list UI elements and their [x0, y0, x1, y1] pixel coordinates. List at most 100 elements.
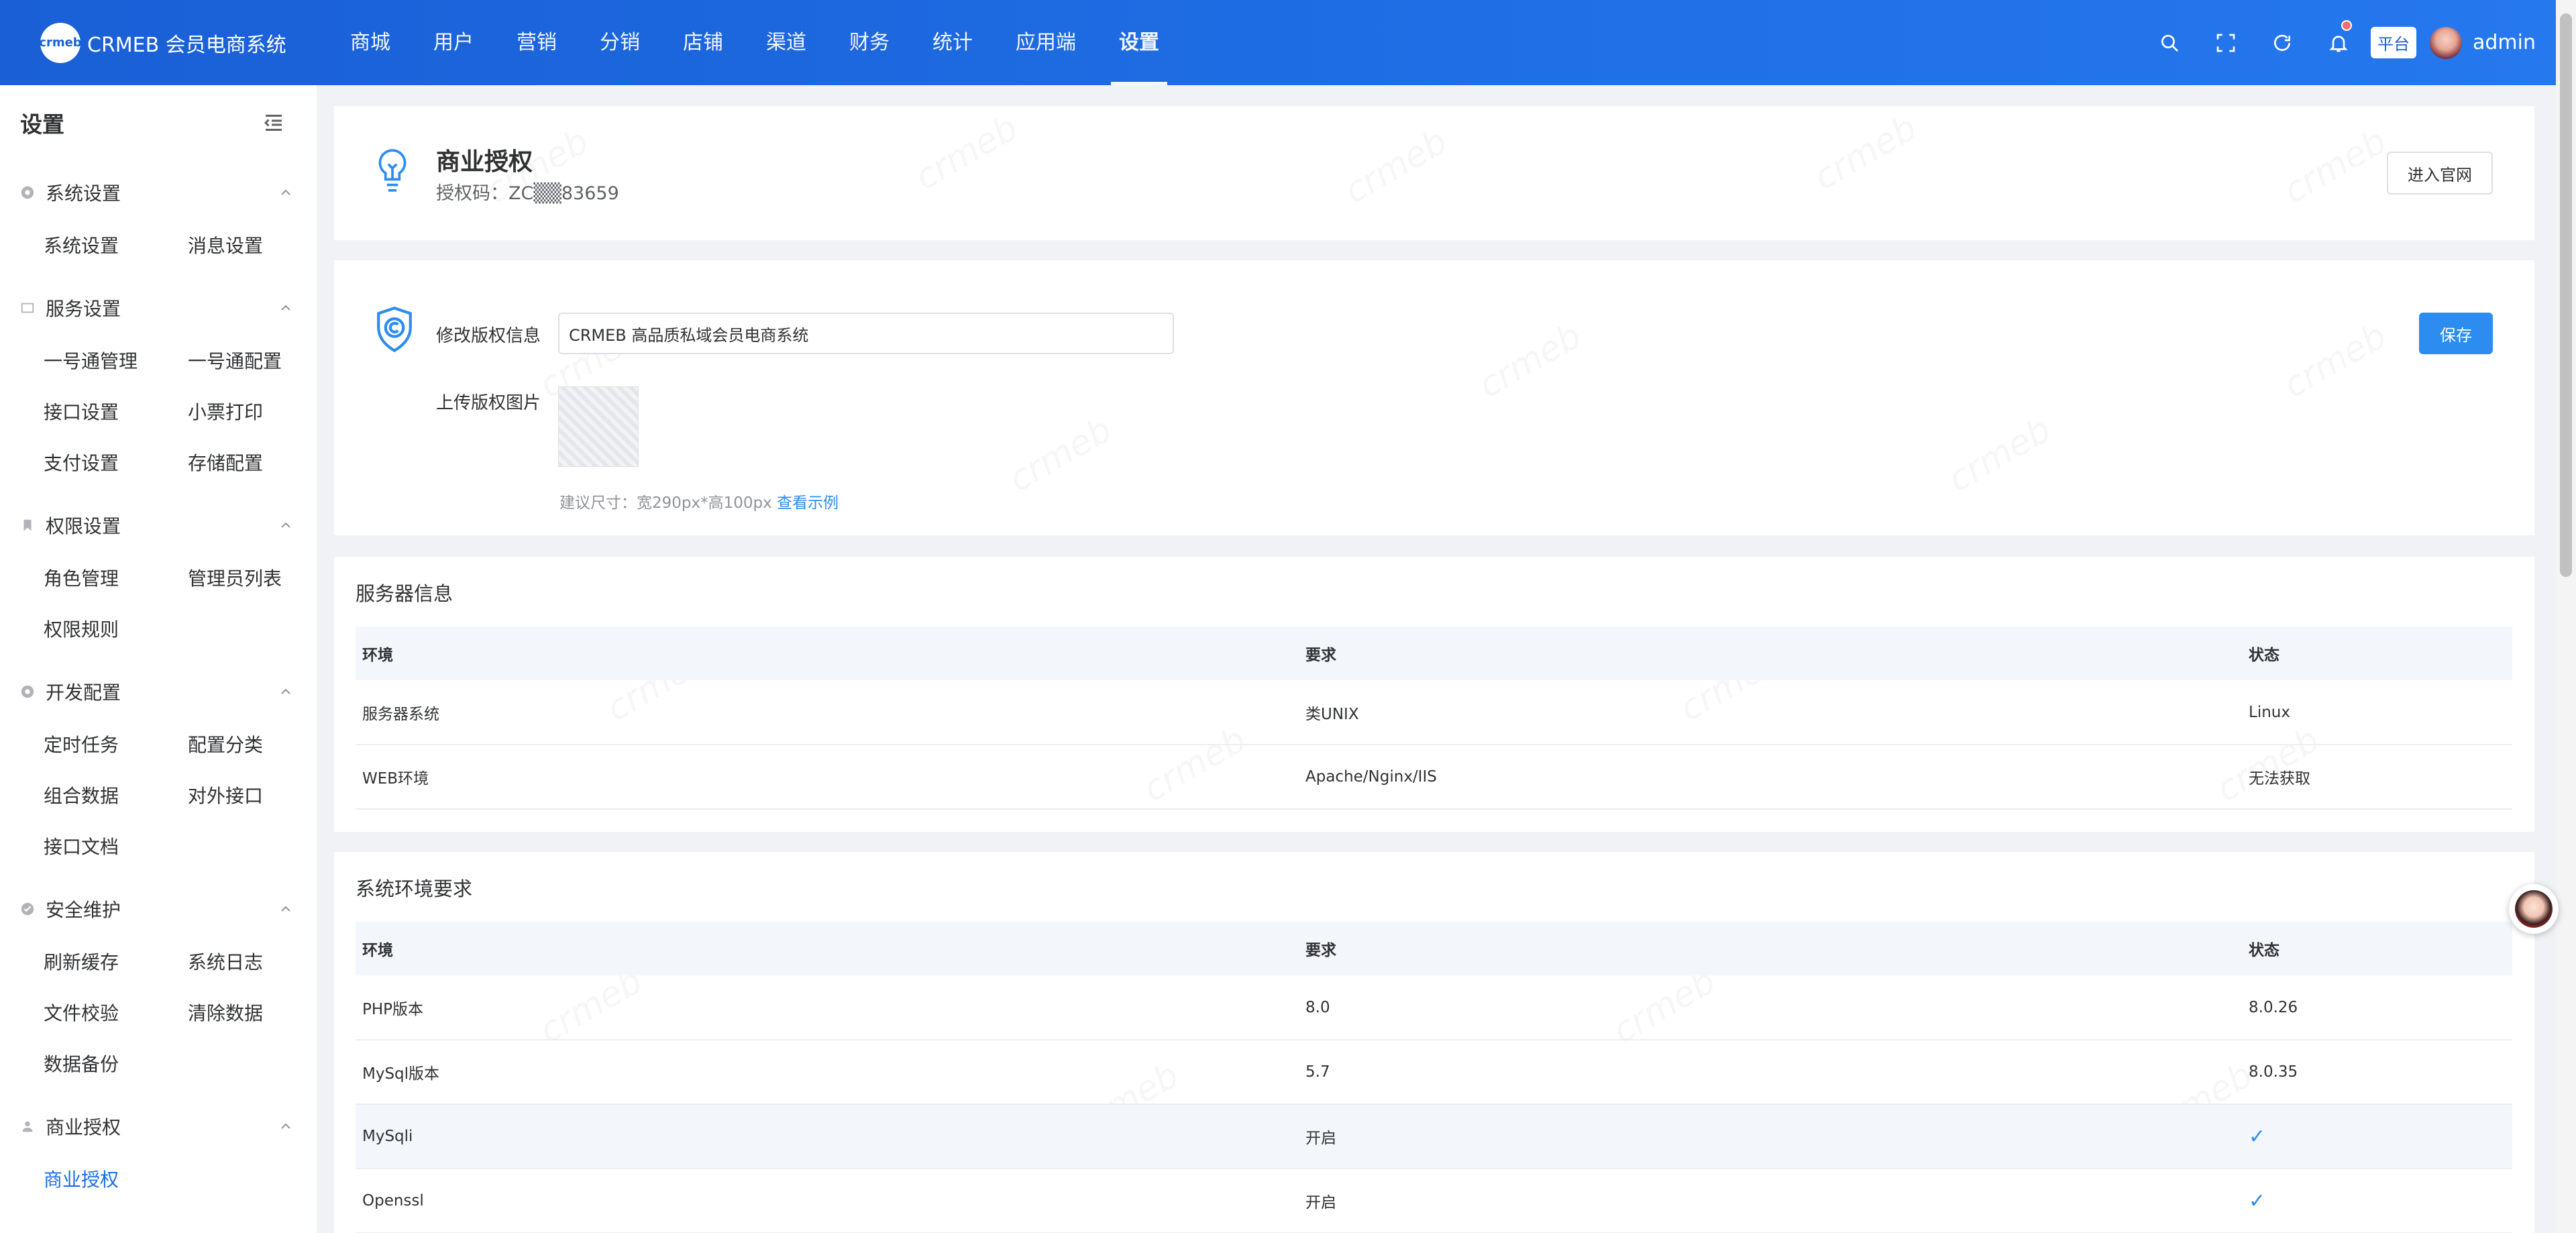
nav-item-apps[interactable]: 应用端 — [994, 0, 1097, 85]
sidebar-group-label: 开发配置 — [46, 682, 121, 704]
sidebar-item-admin-list[interactable]: 管理员列表 — [188, 564, 282, 591]
chevron-up-icon — [281, 688, 290, 694]
table-cell: 无法获取 — [2242, 745, 2512, 810]
sidebar-item-external-api[interactable]: 对外接口 — [188, 782, 263, 808]
official-site-button[interactable]: 进入官网 — [2387, 152, 2493, 195]
sidebar-item-refresh-cache[interactable]: 刷新缓存 — [44, 948, 119, 975]
sidebar-group-header[interactable]: 权限设置 — [0, 505, 317, 545]
table-cell: ✓ — [2242, 1169, 2512, 1233]
check-circle-icon — [20, 901, 36, 917]
sidebar-item-permission-rules[interactable]: 权限规则 — [44, 615, 119, 642]
table-header: 环境 — [356, 922, 1299, 975]
refresh-icon[interactable] — [2254, 0, 2310, 85]
sidebar-group-label: 服务设置 — [46, 298, 121, 320]
sidebar-item-yht-config[interactable]: 一号通配置 — [188, 347, 282, 374]
chevron-up-icon — [281, 906, 290, 912]
sidebar-item-api-settings[interactable]: 接口设置 — [44, 398, 119, 425]
username[interactable]: admin — [2473, 31, 2536, 54]
gear-icon — [20, 684, 36, 700]
server-info-card: crmeb crmeb crmeb crmeb 服务器信息 环境 要求 状态 服… — [334, 557, 2534, 832]
nav-item-distribution[interactable]: 分销 — [578, 0, 661, 85]
avatar[interactable] — [2430, 26, 2462, 59]
server-info-title: 服务器信息 — [356, 582, 453, 605]
sidebar-group-security: 安全维护 — [0, 889, 317, 929]
sidebar-item-file-check[interactable]: 文件校验 — [44, 999, 119, 1026]
header-actions: 平台 admin — [2141, 0, 2576, 85]
sidebar-group-label: 商业授权 — [46, 1116, 121, 1138]
upload-hint-text: 建议尺寸：宽290px*高100px — [559, 494, 772, 512]
sidebar-item-combined-data[interactable]: 组合数据 — [44, 782, 119, 808]
table-header: 要求 — [1299, 627, 2242, 680]
shield-copyright-icon — [377, 307, 412, 353]
table-cell: Linux — [2242, 680, 2512, 745]
sidebar-item-clear-data[interactable]: 清除数据 — [188, 999, 263, 1026]
sidebar-item-business-license[interactable]: 商业授权 — [44, 1165, 119, 1192]
sidebar-item-role-manage[interactable]: 角色管理 — [44, 564, 119, 591]
nav-item-channel[interactable]: 渠道 — [745, 0, 828, 85]
fullscreen-icon[interactable] — [2198, 0, 2254, 85]
save-button[interactable]: 保存 — [2419, 313, 2493, 354]
sidebar-group-header[interactable]: 服务设置 — [0, 288, 317, 328]
view-example-link[interactable]: 查看示例 — [777, 494, 839, 512]
env-requirements-card: crmeb crmeb crmeb crmeb 系统环境要求 环境 要求 状态 … — [334, 852, 2534, 1233]
sidebar-item-system-settings[interactable]: 系统设置 — [44, 231, 119, 258]
sidebar-item-data-backup[interactable]: 数据备份 — [44, 1050, 119, 1077]
platform-tag[interactable]: 平台 — [2371, 27, 2416, 58]
table-cell: 8.0.26 — [2242, 975, 2512, 1040]
sidebar-item-storage-config[interactable]: 存储配置 — [188, 449, 263, 476]
table-cell: 服务器系统 — [356, 680, 1299, 745]
assistant-avatar-button[interactable] — [2509, 884, 2559, 934]
sidebar-group-label: 安全维护 — [46, 899, 121, 921]
sidebar-item-config-category[interactable]: 配置分类 — [188, 731, 263, 757]
top-nav: 商城 用户 营销 分销 店铺 渠道 财务 统计 应用端 设置 — [329, 0, 1181, 85]
app-logo[interactable]: crmeb CRMEB 会员电商系统 — [39, 22, 309, 63]
sidebar-item-api-docs[interactable]: 接口文档 — [44, 833, 119, 859]
nav-item-marketing[interactable]: 营销 — [495, 0, 578, 85]
scrollbar-thumb[interactable] — [2560, 13, 2572, 577]
sidebar: 设置 系统设置 系统设置 消息设置 服务设置 一号通管理 一号通配置 接口设置 … — [0, 85, 317, 1233]
sidebar-item-message-settings[interactable]: 消息设置 — [188, 231, 263, 258]
assistant-face-icon — [2515, 890, 2553, 928]
table-header: 状态 — [2242, 922, 2512, 975]
nav-item-statistics[interactable]: 统计 — [911, 0, 994, 85]
copyright-input[interactable]: CRMEB 高品质私域会员电商系统 — [558, 313, 1174, 354]
menu-collapse-icon[interactable] — [262, 111, 286, 135]
nav-item-mall[interactable]: 商城 — [329, 0, 412, 85]
sidebar-item-cron-tasks[interactable]: 定时任务 — [44, 731, 119, 757]
sidebar-group-header[interactable]: 开发配置 — [0, 672, 317, 712]
nav-item-users[interactable]: 用户 — [412, 0, 495, 85]
box-icon — [20, 300, 36, 316]
nav-item-finance[interactable]: 财务 — [828, 0, 911, 85]
page-scrollbar[interactable] — [2556, 0, 2576, 1233]
sidebar-item-receipt-print[interactable]: 小票打印 — [188, 398, 263, 425]
copyright-image-thumbnail[interactable] — [558, 386, 639, 467]
sidebar-item-yht-manage[interactable]: 一号通管理 — [44, 347, 138, 374]
sidebar-group-service: 服务设置 — [0, 288, 317, 328]
copyright-card: crmeb crmeb crmeb crmeb crmeb 修改版权信息 CRM… — [334, 260, 2534, 535]
sidebar-item-system-log[interactable]: 系统日志 — [188, 948, 263, 975]
sidebar-group-header[interactable]: 商业授权 — [0, 1106, 317, 1146]
sidebar-group-header[interactable]: 系统设置 — [0, 172, 317, 213]
sidebar-item-payment-settings[interactable]: 支付设置 — [44, 449, 119, 476]
chevron-up-icon — [281, 1123, 290, 1129]
nav-item-settings[interactable]: 设置 — [1097, 0, 1181, 85]
gear-icon — [20, 184, 36, 201]
sidebar-group-header[interactable]: 安全维护 — [0, 889, 317, 929]
table-cell: Openssl — [356, 1169, 1299, 1233]
lightbulb-icon — [378, 149, 407, 192]
license-code: 授权码：ZC▒▒83659 — [436, 178, 619, 205]
table-header: 状态 — [2242, 627, 2512, 680]
table-cell: PHP版本 — [356, 975, 1299, 1040]
table-header-row: 环境 要求 状态 — [356, 627, 2512, 680]
license-code-value: ZC▒▒83659 — [508, 183, 619, 204]
table-header-row: 环境 要求 状态 — [356, 922, 2512, 975]
bell-icon[interactable] — [2310, 0, 2367, 85]
sidebar-group-dev: 开发配置 — [0, 672, 317, 712]
table-cell: MySql版本 — [356, 1040, 1299, 1105]
table-cell: 开启 — [1299, 1104, 2242, 1169]
search-icon[interactable] — [2141, 0, 2198, 85]
table-row: Openssl 开启 ✓ — [356, 1169, 2512, 1233]
table-row: MySqli 开启 ✓ — [356, 1104, 2512, 1169]
top-header: crmeb CRMEB 会员电商系统 商城 用户 营销 分销 店铺 渠道 财务 … — [0, 0, 2576, 85]
nav-item-store[interactable]: 店铺 — [661, 0, 745, 85]
